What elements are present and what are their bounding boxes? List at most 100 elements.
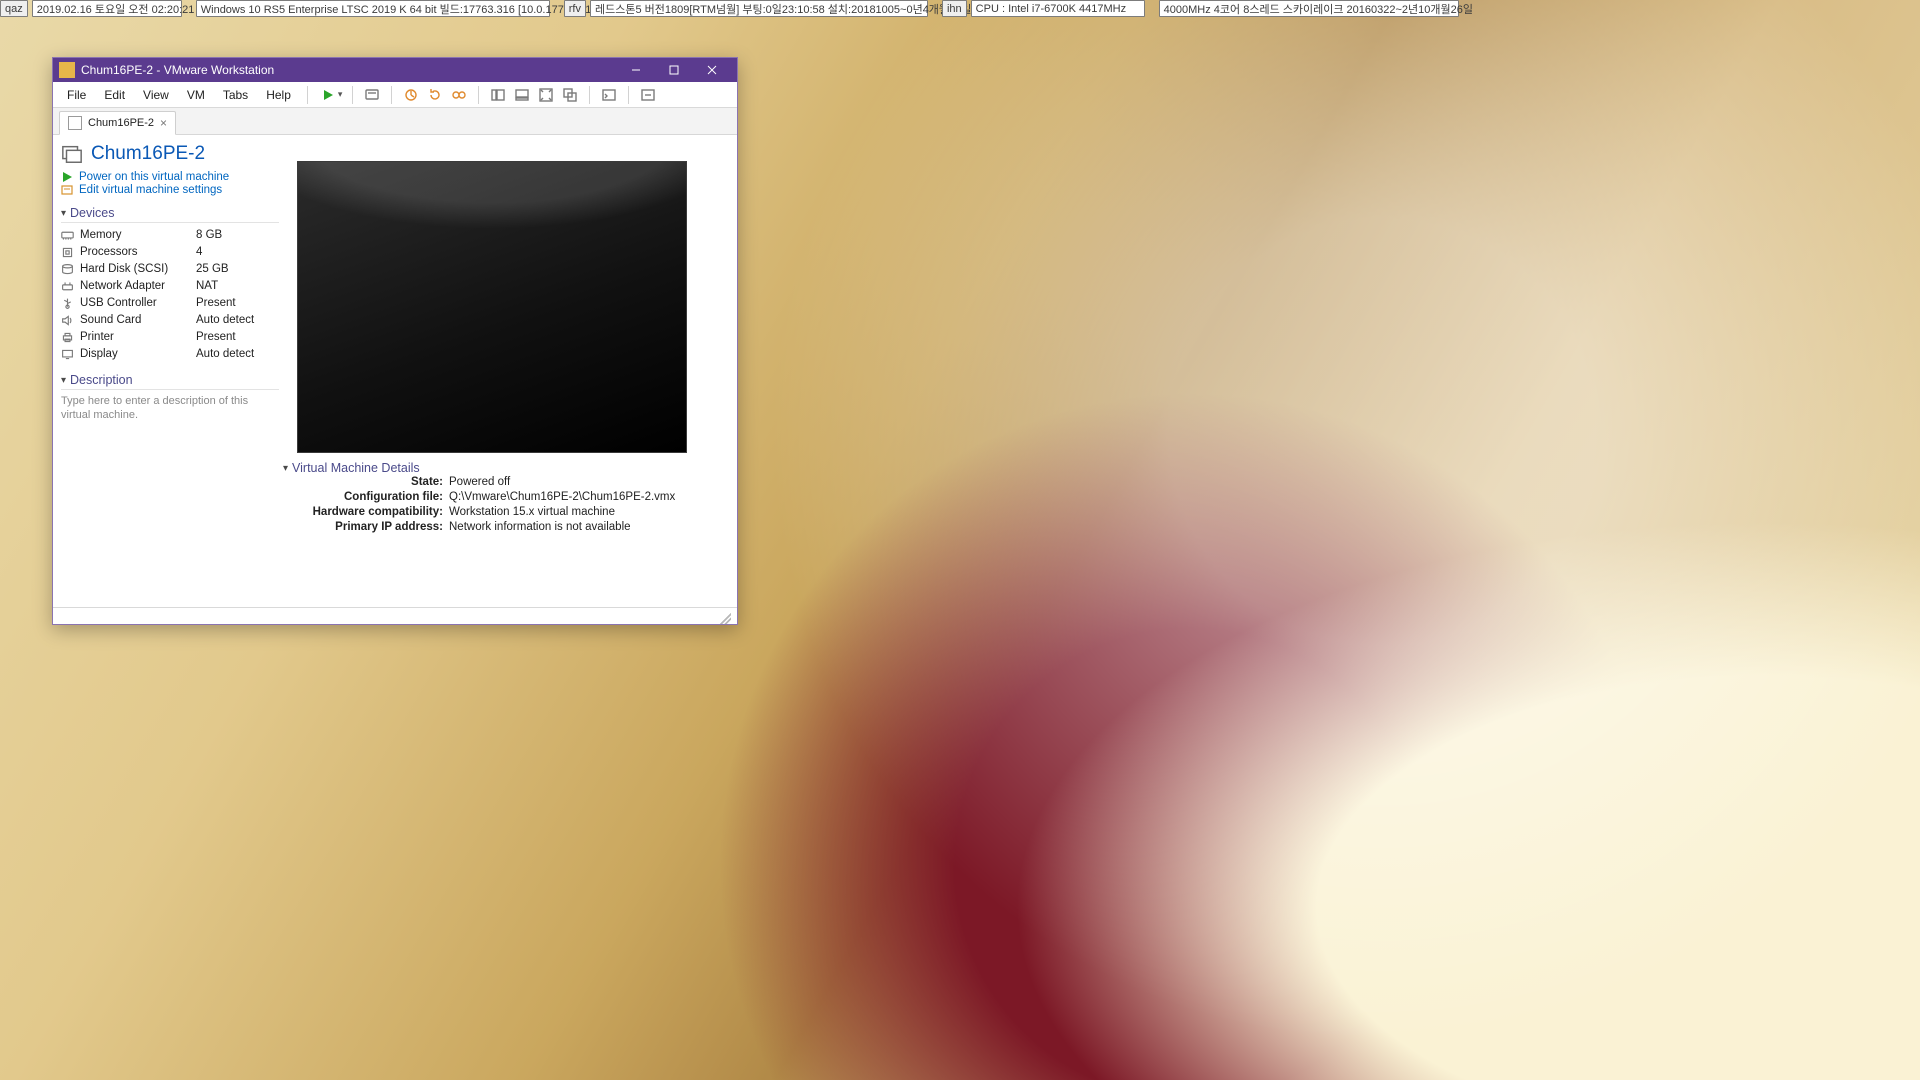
detail-key: Hardware compatibility:: [283, 505, 449, 520]
description-section: ▾ Description Type here to enter a descr…: [61, 373, 279, 422]
device-label: Hard Disk (SCSI): [80, 261, 190, 278]
minimize-button[interactable]: [617, 58, 655, 82]
detail-key: Configuration file:: [283, 490, 449, 505]
disk-icon: [61, 263, 74, 276]
tab-vm[interactable]: Chum16PE-2 ×: [59, 111, 176, 135]
device-value: Auto detect: [196, 312, 254, 329]
device-label: Network Adapter: [80, 278, 190, 295]
device-label: Processors: [80, 244, 190, 261]
description-field[interactable]: Type here to enter a description of this…: [61, 394, 279, 422]
device-label: Printer: [80, 329, 190, 346]
net-icon: [61, 280, 74, 293]
wrench-icon: [61, 184, 73, 196]
device-label: USB Controller: [80, 295, 190, 312]
vmware-window: Chum16PE-2 - VMware Workstation File Edi…: [52, 57, 738, 625]
device-row[interactable]: Sound CardAuto detect: [61, 312, 279, 329]
strip-val-3: CPU : Intel i7-6700K 4417MHz: [971, 0, 1145, 17]
detail-row: Configuration file:Q:\Vmware\Chum16PE-2\…: [283, 490, 729, 505]
strip-val-1: Windows 10 RS5 Enterprise LTSC 2019 K 64…: [196, 0, 550, 17]
window-title: Chum16PE-2 - VMware Workstation: [81, 63, 274, 77]
power-on-button[interactable]: ▾: [316, 84, 345, 106]
maximize-button[interactable]: [655, 58, 693, 82]
devices-section: ▾ Devices Memory8 GBProcessors4Hard Disk…: [61, 206, 279, 363]
strip-key-0: qaz: [0, 0, 28, 17]
detail-row: Hardware compatibility:Workstation 15.x …: [283, 505, 729, 520]
menu-view[interactable]: View: [135, 85, 177, 105]
vm-details-section: ▾ Virtual Machine Details State:Powered …: [283, 461, 729, 535]
status-bar: [53, 607, 737, 626]
vm-preview[interactable]: [297, 161, 687, 453]
titlebar[interactable]: Chum16PE-2 - VMware Workstation: [53, 58, 737, 82]
unity-icon[interactable]: [559, 84, 581, 106]
tab-close-icon[interactable]: ×: [160, 117, 167, 129]
strip-key-3: ihn: [942, 0, 967, 17]
device-row[interactable]: Memory8 GB: [61, 227, 279, 244]
strip-key-2: rfv: [564, 0, 586, 17]
fullscreen-icon[interactable]: [535, 84, 557, 106]
device-row[interactable]: Processors 4: [61, 244, 279, 261]
snapshot-icon[interactable]: [400, 84, 422, 106]
device-value: 4: [196, 244, 202, 261]
printer-icon: [61, 331, 74, 344]
vm-name: Chum16PE-2: [91, 143, 205, 165]
resize-grip-icon[interactable]: [717, 610, 731, 624]
vm-details-header[interactable]: ▾ Virtual Machine Details: [283, 461, 729, 475]
caret-down-icon: ▾: [283, 463, 288, 474]
play-icon: [61, 171, 73, 183]
edit-settings-link[interactable]: Edit virtual machine settings: [61, 184, 279, 196]
caret-down-icon: ▾: [61, 208, 66, 219]
menu-vm[interactable]: VM: [179, 85, 213, 105]
detail-row: State:Powered off: [283, 475, 729, 490]
snapshot-manager-icon[interactable]: [448, 84, 470, 106]
device-value: NAT: [196, 278, 218, 295]
detail-value: Workstation 15.x virtual machine: [449, 505, 615, 520]
stretch-guest-icon[interactable]: [637, 84, 659, 106]
detail-value: Powered off: [449, 475, 510, 490]
detail-value: Q:\Vmware\Chum16PE-2\Chum16PE-2.vmx: [449, 490, 675, 505]
detail-value: Network information is not available: [449, 520, 631, 535]
device-row[interactable]: USB Controller Present: [61, 295, 279, 312]
vm-icon: [61, 143, 83, 165]
top-info-strip: qaz 2019.02.16 토요일 오전 02:20:21 Windows 1…: [0, 0, 1920, 17]
device-value: 8 GB: [196, 227, 222, 244]
detail-key: State:: [283, 475, 449, 490]
show-library-icon[interactable]: [487, 84, 509, 106]
detail-row: Primary IP address:Network information i…: [283, 520, 729, 535]
revert-snapshot-icon[interactable]: [424, 84, 446, 106]
send-ctrl-alt-del-icon[interactable]: [361, 84, 383, 106]
sound-icon: [61, 314, 74, 327]
console-icon[interactable]: [598, 84, 620, 106]
vm-header: Chum16PE-2: [61, 143, 279, 165]
close-button[interactable]: [693, 58, 731, 82]
memory-icon: [61, 229, 74, 242]
vmware-app-icon: [59, 62, 75, 78]
device-label: Display: [80, 346, 190, 363]
strip-val-2: 레드스톤5 버전1809[RTM넘월] 부팅:0일23:10:58 설치:201…: [590, 0, 928, 17]
device-row[interactable]: Hard Disk (SCSI) 25 GB: [61, 261, 279, 278]
menu-edit[interactable]: Edit: [96, 85, 133, 105]
device-value: Auto detect: [196, 346, 254, 363]
tab-row: Chum16PE-2 ×: [53, 108, 737, 135]
cpu-icon: [61, 246, 74, 259]
strip-val-4: 4000MHz 4코어 8스레드 스카이레이크 20160322~2년10개월2…: [1159, 0, 1459, 17]
device-value: 25 GB: [196, 261, 229, 278]
menu-help[interactable]: Help: [258, 85, 299, 105]
device-row[interactable]: Network Adapter NAT: [61, 278, 279, 295]
tab-label: Chum16PE-2: [88, 117, 154, 129]
menu-file[interactable]: File: [59, 85, 94, 105]
thumbnail-bar-icon[interactable]: [511, 84, 533, 106]
devices-header[interactable]: ▾ Devices: [61, 206, 279, 223]
vm-tab-icon: [68, 116, 82, 130]
menu-tabs[interactable]: Tabs: [215, 85, 256, 105]
device-row[interactable]: Display Auto detect: [61, 346, 279, 363]
vm-summary-page: Chum16PE-2 Power on this virtual machine…: [53, 135, 737, 626]
display-icon: [61, 348, 74, 361]
detail-key: Primary IP address:: [283, 520, 449, 535]
description-header[interactable]: ▾ Description: [61, 373, 279, 390]
device-row[interactable]: PrinterPresent: [61, 329, 279, 346]
caret-down-icon: ▾: [61, 375, 66, 386]
desktop: qaz 2019.02.16 토요일 오전 02:20:21 Windows 1…: [0, 0, 1920, 1080]
power-on-link[interactable]: Power on this virtual machine: [61, 171, 279, 183]
device-value: Present: [196, 295, 236, 312]
usb-icon: [61, 297, 74, 310]
